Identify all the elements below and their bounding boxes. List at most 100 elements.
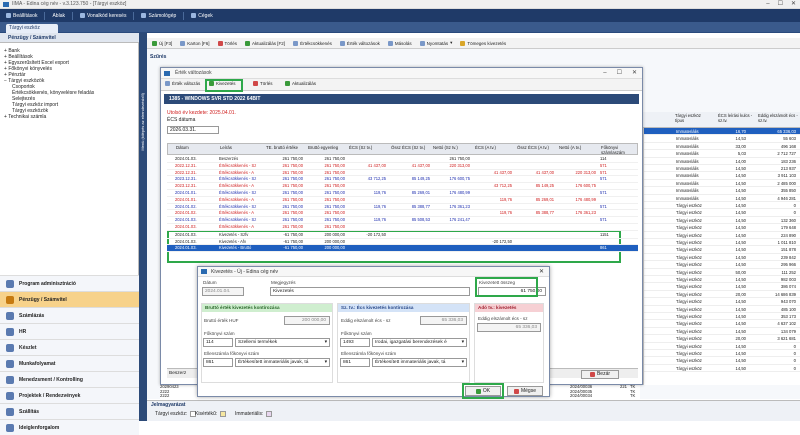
- grid-row[interactable]: 2024.01.02. Értékcsökkenés - A 261 750,00 2…: [167, 210, 638, 218]
- grid-column-header[interactable]: Nettó (Sz tv.): [433, 145, 473, 150]
- menu-collapse-strip[interactable]: Menü (kilépés az elrendezésből): [139, 33, 147, 421]
- table-row[interactable]: Immateriális 5,03 2 712 727: [644, 150, 800, 158]
- grid-row[interactable]: 2024.01.01. Értékcsökkenés - Sz 261 750,00…: [167, 190, 638, 197]
- ledger-no-2[interactable]: 1493: [340, 338, 370, 347]
- module-controlling[interactable]: Menedzsment / Kontrolling: [0, 371, 139, 387]
- grid-row[interactable]: 2024.01.03. Kivezetés - Afv -61 750,00 200 …: [167, 239, 638, 246]
- close-icon[interactable]: ✕: [791, 0, 796, 9]
- grid-column-header[interactable]: Nettó (A tv.): [559, 145, 599, 150]
- new-button[interactable]: Új [F3]: [152, 40, 172, 46]
- copy-button[interactable]: Másolás: [387, 40, 412, 46]
- module-workflow[interactable]: Munkafolyamat: [0, 355, 139, 371]
- col-asset-type[interactable]: Tárgyi eszköz típus: [675, 113, 705, 123]
- maximize-icon[interactable]: ☐: [778, 0, 783, 9]
- table-row[interactable]: Tárgyi eszköz 14,50 0: [644, 343, 800, 350]
- counter-ledger-name-2[interactable]: Értékesített immateriális javak, tá ▾: [372, 358, 467, 367]
- ledger-name-2[interactable]: Irodai, igazgatási berendezések é ▾: [372, 338, 467, 347]
- table-row[interactable]: Tárgyi eszköz 14,50 295 966: [644, 261, 800, 269]
- module-hr[interactable]: HR: [0, 323, 139, 339]
- table-row[interactable]: Tárgyi eszköz 14,50 0: [644, 202, 800, 210]
- close-icon[interactable]: ✕: [632, 68, 637, 79]
- table-row[interactable]: Tárgyi eszköz 14,50 0: [644, 209, 800, 217]
- acc-dep-field[interactable]: 65 336,03: [420, 316, 467, 325]
- delete-button[interactable]: Törlés: [217, 40, 237, 46]
- table-row[interactable]: Tárgyi eszköz 14,50 151 878: [644, 246, 800, 254]
- table-row[interactable]: Tárgyi eszköz 14,50 485 100: [644, 306, 800, 313]
- col-dep-key[interactable]: ÉCS leírási kulcs - sz.tv.: [718, 113, 753, 123]
- counter-ledger-no-1[interactable]: 861: [203, 358, 233, 367]
- table-row[interactable]: Tárgyi eszköz 20,00 3 621 681: [644, 335, 800, 343]
- module-finance[interactable]: Pénzügy / Számvitel: [0, 291, 139, 307]
- grid-row[interactable]: 2024.01.03. Kivezetés - Szfv -61 750,00 200…: [167, 232, 638, 239]
- date-field[interactable]: 2024.01.04.: [202, 287, 244, 296]
- table-row[interactable]: Immateriális 14,50 3 911 103: [644, 172, 800, 180]
- grid-row[interactable]: 2024.01.03. Értékcsökkenés - Sz 261 750,00…: [167, 217, 638, 224]
- module-shipping[interactable]: Szállítás: [0, 403, 139, 419]
- table-row[interactable]: Tárgyi eszköz 14,50 943 070: [644, 298, 800, 306]
- table-row[interactable]: Immateriális 14,50 4 946 281: [644, 195, 800, 202]
- grid-row[interactable]: 2024.01.03. Kivezetés - Bruttó -61 750,00 2…: [167, 245, 638, 253]
- close-icon[interactable]: ✕: [539, 267, 544, 277]
- tree-item-technical-account[interactable]: + Technikai számla: [4, 114, 134, 120]
- table-row[interactable]: Tárgyi eszköz 14,50 224 890: [644, 232, 800, 239]
- card-button[interactable]: Karton [F6]: [180, 40, 210, 46]
- dialog-delete-button[interactable]: Törlés: [253, 81, 273, 86]
- grid-row[interactable]: 2022.12.31. Értékcsökkenés - A 261 750,00 2…: [167, 170, 638, 177]
- table-row[interactable]: Tárgyi eszköz 14,50 179 648: [644, 224, 800, 232]
- dialog-refresh-button[interactable]: Aktualizálás: [285, 81, 316, 86]
- table-row[interactable]: Immateriális 14,00 183 236: [644, 158, 800, 165]
- table-row[interactable]: Tárgyi eszköz 14,50 982 003: [644, 276, 800, 284]
- note-field[interactable]: Kivezetés: [270, 287, 470, 296]
- disposal-button[interactable]: Kivezetés: [209, 81, 236, 86]
- close-button[interactable]: Bezár: [581, 370, 619, 379]
- tab-targyi-eszkoz[interactable]: Tárgyi eszköz: [6, 24, 58, 33]
- table-row[interactable]: Tárgyi eszköz 14,50 0: [644, 357, 800, 365]
- table-row[interactable]: Immateriális 16,70 65 336,03: [644, 128, 800, 136]
- cancel-button[interactable]: Mégse: [507, 386, 543, 396]
- table-row[interactable]: Immateriális 14,53 55 603: [644, 135, 800, 143]
- value-change-button[interactable]: Érték változás: [165, 81, 200, 86]
- menu-settings[interactable]: Beállítások: [3, 13, 40, 19]
- grid-row[interactable]: 2024.01.01. Értékcsökkenés - A 261 750,00 2…: [167, 197, 638, 204]
- grid-row[interactable]: 2022.12.31. Értékcsökkenés - Sz 261 750,00…: [167, 163, 638, 170]
- table-row[interactable]: Tárgyi eszköz 14,50 386 074: [644, 283, 800, 291]
- grid-row[interactable]: 2024.01.03. Beszerzés 261 750,00 261 750,00…: [167, 156, 638, 163]
- mass-disposal-button[interactable]: Tömeges kivezetés: [460, 40, 506, 46]
- minimize-icon[interactable]: –: [766, 0, 769, 9]
- maximize-icon[interactable]: ☐: [617, 68, 622, 79]
- counter-ledger-no-2[interactable]: 861: [340, 358, 370, 367]
- grid-column-header[interactable]: Dátum: [176, 145, 208, 150]
- table-row[interactable]: Tárgyi eszköz 14,50 1 011 810: [644, 239, 800, 247]
- ledger-no-1[interactable]: 114: [203, 338, 233, 347]
- value-changes-button[interactable]: Érték változások: [339, 40, 380, 46]
- minimize-icon[interactable]: –: [603, 68, 606, 79]
- table-row[interactable]: Immateriális 14,50 2 485 000: [644, 180, 800, 188]
- grid-column-header[interactable]: ÉCS (Sz tv.): [349, 145, 389, 150]
- module-projects[interactable]: Projektek / Rendezvények: [0, 387, 139, 403]
- grid-row[interactable]: 2023.12.31. Értékcsökkenés - Sz 261 750,00…: [167, 176, 638, 184]
- grid-column-header[interactable]: Főkönyvi számlaszám: [601, 145, 637, 155]
- table-row[interactable]: Immateriális 14,50 355 850: [644, 187, 800, 195]
- dep-date-input[interactable]: 2026.03.31.: [167, 126, 219, 134]
- grid-row[interactable]: 2024.01.02. Értékcsökkenés - Sz 261 750,00…: [167, 204, 638, 211]
- table-row[interactable]: Tárgyi eszköz 14,50 239 842: [644, 254, 800, 262]
- disposed-amount-field[interactable]: 61 750,00: [478, 287, 546, 296]
- table-row[interactable]: Tárgyi eszköz 14,50 4 637 102: [644, 320, 800, 328]
- menu-companies[interactable]: Cégek: [188, 13, 215, 19]
- menu-barcode-search[interactable]: Vonalkód keresés: [77, 13, 129, 19]
- tax-dep-field[interactable]: 65 336,03: [477, 323, 541, 332]
- grid-row[interactable]: 2024.01.03. Értékcsökkenés - A 261 750,00 2…: [167, 224, 638, 231]
- table-row[interactable]: Tárgyi eszköz 14,50 0: [644, 350, 800, 358]
- filter-header[interactable]: Szűrés: [150, 54, 166, 60]
- table-row[interactable]: Tárgyi eszköz 14,50 132 360: [644, 217, 800, 225]
- col-accum-dep[interactable]: Eddig elszámolt écs - sz.tv.: [758, 113, 798, 123]
- grid-column-header[interactable]: Össz ÉCS (A tv.): [517, 145, 557, 150]
- table-row[interactable]: Tárgyi eszköz 14,50 0: [644, 365, 800, 373]
- table-row[interactable]: Tárgyi eszköz 14,50 353 173: [644, 313, 800, 321]
- print-button[interactable]: Nyomtatás ▾: [419, 40, 452, 46]
- menu-calculator[interactable]: Számológép: [138, 13, 179, 19]
- menu-window[interactable]: Ablak: [49, 13, 68, 19]
- grid-column-header[interactable]: Leírás: [220, 145, 258, 150]
- module-admin[interactable]: Program adminisztráció: [0, 275, 139, 291]
- grid-column-header[interactable]: TE. bruttó értéke: [266, 145, 306, 150]
